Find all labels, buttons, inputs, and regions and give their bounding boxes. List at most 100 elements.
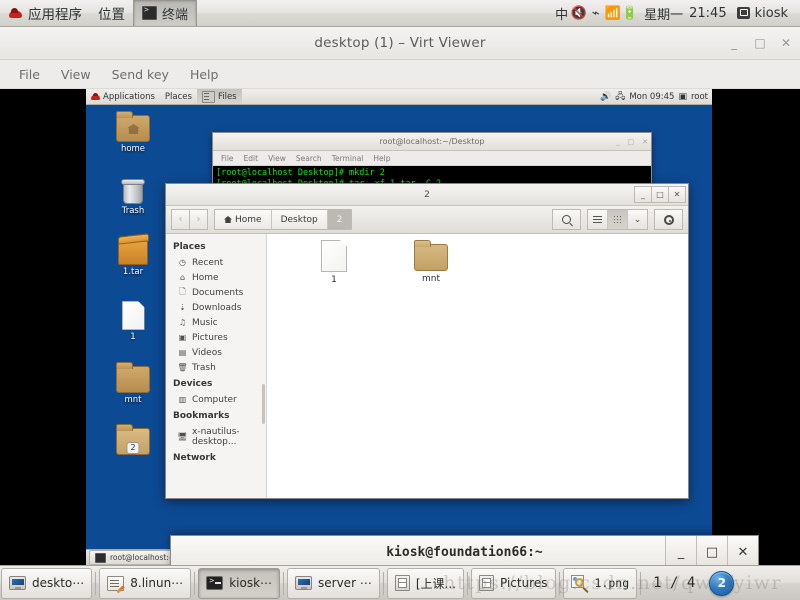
taskbar-item-server[interactable]: server ⋯ — [287, 567, 380, 599]
desktop-icon-1tar[interactable]: 1.tar — [106, 240, 160, 277]
guest-menu-places-label: Places — [164, 91, 192, 102]
gterm-menu-search[interactable]: Search — [292, 154, 326, 163]
taskbar-item-pictures-label: Pictures — [499, 576, 548, 590]
file-manager-close-button[interactable]: ✕ — [668, 186, 686, 203]
sidebar-item-home[interactable]: ⌂ Home — [166, 270, 266, 285]
taskbar-item-desktop[interactable]: deskto⋯ — [1, 567, 93, 599]
taskbar-item-kiosk[interactable]: kiosk⋯ — [198, 567, 281, 599]
forward-button[interactable]: › — [190, 209, 208, 230]
virt-viewer-minimize-button[interactable]: _ — [728, 36, 740, 50]
back-button[interactable]: ‹ — [171, 209, 190, 230]
breadcrumb-home[interactable]: Home — [215, 210, 272, 229]
guest-clock[interactable]: Mon 09:45 — [629, 92, 674, 102]
host-taskbar: deskto⋯ 8.linun⋯ kiosk⋯ server ⋯ [上课... … — [0, 565, 800, 600]
download-icon: ⇣ — [179, 303, 186, 312]
desktop-icon-trash[interactable]: Trash — [106, 178, 160, 216]
guest-terminal-close-button[interactable]: ✕ — [642, 138, 648, 146]
file-manager-window[interactable]: 2 _ □ ✕ ‹ › Home Desktop 2 ⌄ Places ◷ Re… — [165, 183, 689, 499]
wifi-icon[interactable]: 📶 — [604, 6, 621, 21]
taskbar-separator — [95, 571, 97, 595]
virt-viewer-canvas[interactable]: Applications Places Files 🔊 🖧 Mon 09:45 … — [0, 89, 800, 565]
grid-view-button[interactable] — [608, 210, 628, 229]
document-icon: 🗋 — [179, 286, 186, 296]
guest-terminal-maximize-button[interactable]: □ — [628, 138, 635, 146]
host-menu-places[interactable]: 位置 — [90, 0, 133, 26]
sidebar-item-home-label: Home — [192, 272, 219, 283]
sidebar-item-recent[interactable]: ◷ Recent — [166, 255, 266, 270]
sidebar-item-documents[interactable]: 🗋 Documents — [166, 285, 266, 300]
sidebar-item-computer[interactable]: ▥ Computer — [166, 392, 266, 407]
vv-menu-help[interactable]: Help — [181, 64, 228, 85]
host-clock-day[interactable]: 星期一 — [638, 4, 689, 23]
taskbar-separator — [283, 571, 285, 595]
volume-muted-icon[interactable]: 🔇 — [570, 6, 587, 21]
sidebar-scrollbar[interactable] — [262, 384, 265, 424]
host-terminal-window[interactable]: kiosk@foundation66:~ _ □ ✕ — [170, 535, 759, 569]
file-item-mnt[interactable]: mnt — [400, 240, 462, 284]
guest-window-button-files[interactable]: Files — [196, 89, 242, 104]
host-terminal-maximize-button[interactable]: □ — [696, 536, 727, 568]
file-icon — [121, 301, 145, 330]
view-options-button[interactable]: ⌄ — [628, 210, 647, 229]
list-view-button[interactable] — [588, 210, 608, 229]
virt-viewer-close-button[interactable]: ✕ — [780, 36, 792, 50]
trash-icon: 🗑 — [177, 363, 188, 372]
sidebar-item-trash[interactable]: 🗑 Trash — [166, 360, 266, 375]
gterm-menu-edit[interactable]: Edit — [240, 154, 263, 163]
breadcrumb-current[interactable]: 2 — [327, 210, 352, 229]
gterm-menu-file[interactable]: File — [217, 154, 238, 163]
vv-menu-file[interactable]: File — [10, 64, 49, 85]
file-manager-minimize-button[interactable]: _ — [634, 186, 651, 203]
desktop-icon-home[interactable]: home — [106, 111, 160, 154]
host-clock-time[interactable]: 21:45 — [689, 6, 732, 21]
gterm-menu-help[interactable]: Help — [369, 154, 394, 163]
guest-desktop[interactable]: Applications Places Files 🔊 🖧 Mon 09:45 … — [86, 89, 712, 565]
gterm-menu-terminal[interactable]: Terminal — [328, 154, 368, 163]
guest-volume-icon[interactable]: 🔊 — [600, 92, 611, 102]
desktop-icon-2[interactable]: 2 2 — [106, 424, 160, 467]
bluetooth-icon[interactable]: ⌁ — [587, 6, 604, 21]
taskbar-item-shangke[interactable]: [上课... — [386, 567, 464, 599]
gterm-menu-view[interactable]: View — [264, 154, 290, 163]
host-menu-applications[interactable]: 应用程序 — [0, 0, 90, 26]
virt-viewer-titlebar[interactable]: desktop (1) – Virt Viewer _ □ ✕ — [0, 27, 800, 60]
desktop-icon-1[interactable]: 1 — [106, 301, 160, 342]
host-window-button-terminal[interactable]: 终端 — [133, 0, 198, 26]
virt-viewer-maximize-button[interactable]: □ — [754, 36, 766, 50]
sidebar-item-downloads[interactable]: ⇣ Downloads — [166, 300, 266, 315]
host-user-label: kiosk — [754, 5, 788, 21]
vv-menu-send-key[interactable]: Send key — [103, 64, 178, 85]
sidebar-item-x-nautilus-desktop[interactable]: 🖥 x-nautilus-desktop... — [166, 424, 266, 449]
file-manager-titlebar[interactable]: 2 _ □ ✕ — [166, 184, 688, 206]
vv-menu-view[interactable]: View — [52, 64, 100, 85]
sidebar-item-videos[interactable]: ▤ Videos — [166, 345, 266, 360]
search-button[interactable] — [552, 209, 581, 230]
sidebar-item-music[interactable]: ♫ Music — [166, 315, 266, 330]
taskbar-item-8-linux[interactable]: 8.linun⋯ — [99, 567, 192, 599]
guest-menu-applications[interactable]: Applications — [86, 89, 160, 104]
taskbar-item-pictures[interactable]: Pictures — [470, 567, 556, 599]
guest-terminal-minimize-button[interactable]: _ — [616, 138, 620, 146]
guest-terminal-titlebar[interactable]: root@localhost:~/Desktop _ □ ✕ — [213, 133, 651, 151]
settings-button[interactable] — [654, 209, 683, 230]
file-manager-content[interactable]: 1 mnt — [267, 234, 688, 498]
guest-user-label[interactable]: root — [691, 92, 708, 102]
host-terminal-close-button[interactable]: ✕ — [727, 536, 758, 568]
host-user-menu[interactable]: kiosk — [733, 6, 792, 21]
host-terminal-minimize-button[interactable]: _ — [665, 536, 696, 568]
sidebar-item-pictures[interactable]: ▣ Pictures — [166, 330, 266, 345]
desktop-icon-mnt[interactable]: mnt — [106, 362, 160, 405]
taskbar-item-shangke-label: [上课... — [415, 576, 456, 591]
taskbar-item-1png[interactable]: 1.png — [562, 567, 638, 599]
breadcrumb-desktop-label: Desktop — [280, 214, 318, 225]
battery-charging-icon[interactable]: 🔋 — [621, 6, 638, 21]
file-manager-maximize-button[interactable]: □ — [651, 186, 668, 203]
file-item-1[interactable]: 1 — [303, 240, 365, 285]
guest-terminal-title: root@localhost:~/Desktop — [379, 137, 485, 146]
guest-network-icon[interactable]: 🖧 — [615, 89, 625, 105]
guest-menu-places[interactable]: Places — [160, 89, 197, 104]
input-method-indicator[interactable]: 中 — [553, 4, 570, 23]
workspace-switcher[interactable]: 2 — [709, 570, 735, 596]
file-manager-sidebar[interactable]: Places ◷ Recent ⌂ Home 🗋 Documents ⇣ Downloa… — [166, 234, 267, 498]
breadcrumb-desktop[interactable]: Desktop — [271, 210, 328, 229]
